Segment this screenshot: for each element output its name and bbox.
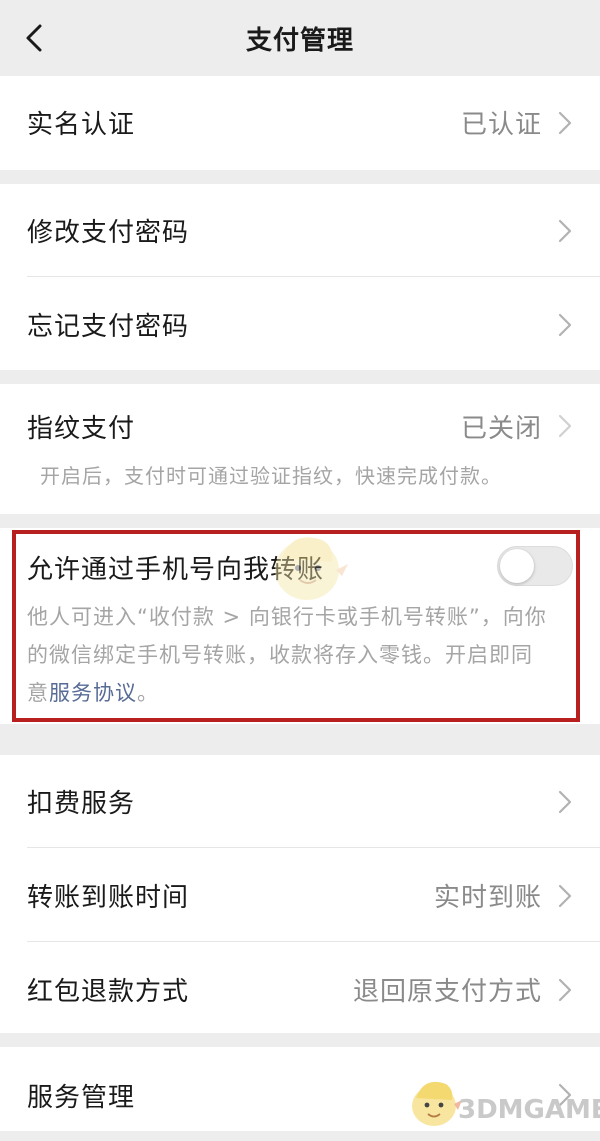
realname-label: 实名认证 <box>27 110 136 140</box>
chevron-right-icon <box>558 111 572 135</box>
page-title: 支付管理 <box>245 26 354 56</box>
nav-bar: 支付管理 <box>0 0 600 76</box>
divider <box>27 847 600 848</box>
divider <box>27 941 600 942</box>
watermark-text: 3DMGAME <box>458 1095 600 1125</box>
change-password-row[interactable]: 修改支付密码 <box>0 184 600 278</box>
forgot-password-row[interactable]: 忘记支付密码 <box>0 278 600 372</box>
fingerprint-description: 开启后，支付时可通过验证指纹，快速完成付款。 <box>40 464 502 488</box>
change-password-label: 修改支付密码 <box>27 218 190 248</box>
fingerprint-label: 指纹支付 <box>27 414 136 444</box>
mascot-logo-icon <box>412 1081 462 1126</box>
realname-status: 已认证 <box>460 110 542 140</box>
refund-method-label: 红包退款方式 <box>27 977 190 1007</box>
fingerprint-card: 指纹支付 已关闭 开启后，支付时可通过验证指纹，快速完成付款。 <box>0 384 600 514</box>
service-management-label: 服务管理 <box>27 1083 136 1113</box>
deduction-service-label: 扣费服务 <box>27 789 136 819</box>
transfer-time-row[interactable]: 转账到账时间 实时到账 <box>0 849 600 943</box>
chevron-right-icon <box>558 978 572 1002</box>
chevron-right-icon <box>558 884 572 908</box>
transfer-time-value: 实时到账 <box>433 883 542 913</box>
divider <box>27 276 600 277</box>
refund-method-value: 退回原支付方式 <box>352 977 542 1007</box>
chevron-right-icon <box>558 219 572 243</box>
refund-method-row[interactable]: 红包退款方式 退回原支付方式 <box>0 943 600 1037</box>
password-card: 修改支付密码 忘记支付密码 <box>0 184 600 370</box>
fingerprint-status: 已关闭 <box>460 414 542 444</box>
deduction-service-row[interactable]: 扣费服务 <box>0 755 600 849</box>
chevron-right-icon <box>558 414 572 438</box>
realname-card: 实名认证 已认证 <box>0 76 600 170</box>
service-management-row[interactable]: 服务管理 <box>0 1047 600 1141</box>
chevron-right-icon <box>558 313 572 337</box>
forgot-password-label: 忘记支付密码 <box>27 312 190 342</box>
fingerprint-row[interactable]: 指纹支付 已关闭 <box>0 384 600 464</box>
transfer-time-label: 转账到账时间 <box>27 883 190 913</box>
chevron-right-icon <box>558 790 572 814</box>
mascot-icon <box>275 537 348 600</box>
realname-row[interactable]: 实名认证 已认证 <box>0 76 600 170</box>
services-card: 扣费服务 转账到账时间 实时到账 红包退款方式 退回原支付方式 <box>0 755 600 1033</box>
